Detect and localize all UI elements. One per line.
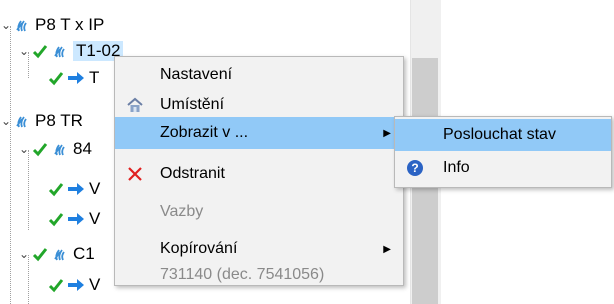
tree-node-label: T — [89, 68, 100, 87]
tree-node[interactable]: T — [46, 65, 99, 91]
chevron-down-icon[interactable]: ⌄ — [18, 142, 30, 156]
tree-node-label: P8 TR — [35, 111, 83, 130]
check-icon — [46, 68, 66, 88]
menu-item-label: Odstranit — [160, 165, 225, 182]
tree-node[interactable]: ⌄ T1-02 — [18, 38, 124, 64]
tree-node[interactable]: ⌄ C1 — [18, 241, 95, 267]
tree-node-label: V — [89, 209, 101, 228]
check-icon — [46, 275, 66, 295]
tree-guide-line — [28, 150, 29, 230]
wifi-signal-icon — [50, 139, 70, 159]
menu-item-label: Umístění — [160, 96, 225, 113]
menu-item-label: 731140 (dec. 7541056) — [160, 266, 325, 283]
house-icon — [123, 93, 147, 117]
help-icon: ? — [403, 156, 427, 180]
arrow-right-icon — [66, 209, 86, 229]
submenu-arrow-icon: ▶ — [383, 127, 391, 139]
check-icon — [46, 179, 66, 199]
check-icon — [30, 139, 50, 159]
chevron-down-icon[interactable]: ⌄ — [0, 18, 12, 32]
submenu-arrow-icon: ▶ — [383, 243, 391, 255]
submenu-item-label: Info — [443, 159, 470, 176]
wifi-signal-icon — [12, 111, 32, 131]
check-icon — [46, 209, 66, 229]
wifi-signal-icon — [50, 244, 70, 264]
arrow-right-icon — [66, 179, 86, 199]
wifi-signal-icon — [12, 15, 32, 35]
context-menu: Nastavení Umístění Zobrazit v ... ▶ Odst… — [114, 56, 404, 286]
chevron-down-icon[interactable]: ⌄ — [18, 247, 30, 261]
arrow-right-icon — [66, 68, 86, 88]
menu-item-odstranit[interactable]: Odstranit — [115, 158, 403, 190]
tree-node-label: V — [89, 179, 101, 198]
menu-item-vazby: Vazby — [115, 196, 403, 228]
tree-node[interactable]: ⌄ P8 TR — [0, 108, 83, 134]
wifi-signal-icon — [50, 41, 70, 61]
menu-item-zobrazit[interactable]: Zobrazit v ... ▶ — [115, 117, 403, 149]
tree-node[interactable]: V — [46, 176, 100, 202]
tree-node-label: P8 T x IP — [35, 15, 105, 34]
check-icon — [30, 244, 50, 264]
tree-node-label: 84 — [73, 139, 92, 158]
menu-item-label: Zobrazit v ... — [160, 124, 249, 141]
tree-node[interactable]: ⌄ 84 — [18, 136, 92, 162]
tree-node-label: V — [89, 275, 101, 294]
menu-item-label: Vazby — [160, 203, 204, 220]
menu-item-id: 731140 (dec. 7541056) — [115, 265, 403, 285]
menu-item-label: Kopírování — [160, 240, 238, 257]
tree-guide-line — [10, 26, 11, 304]
tree-node[interactable]: V — [46, 206, 100, 232]
submenu-item-label: Poslouchat stav — [443, 126, 556, 143]
menu-item-kopirovani[interactable]: Kopírování ▶ — [115, 233, 403, 265]
tree-node[interactable]: V — [46, 272, 100, 298]
tree-node[interactable]: ⌄ P8 T x IP — [0, 12, 104, 38]
chevron-down-icon[interactable]: ⌄ — [18, 44, 30, 58]
submenu-item-info[interactable]: ? Info — [395, 152, 611, 184]
svg-text:?: ? — [411, 161, 418, 175]
tree-node-label: C1 — [73, 244, 95, 263]
chevron-down-icon[interactable]: ⌄ — [0, 114, 12, 128]
check-icon — [30, 41, 50, 61]
red-x-icon — [123, 162, 147, 186]
submenu: Poslouchat stav ? Info — [394, 116, 612, 188]
arrow-right-icon — [66, 275, 86, 295]
menu-item-nastaveni[interactable]: Nastavení — [115, 59, 403, 91]
menu-item-label: Nastavení — [160, 66, 233, 83]
submenu-item-poslouchat-stav[interactable]: Poslouchat stav — [395, 119, 611, 151]
